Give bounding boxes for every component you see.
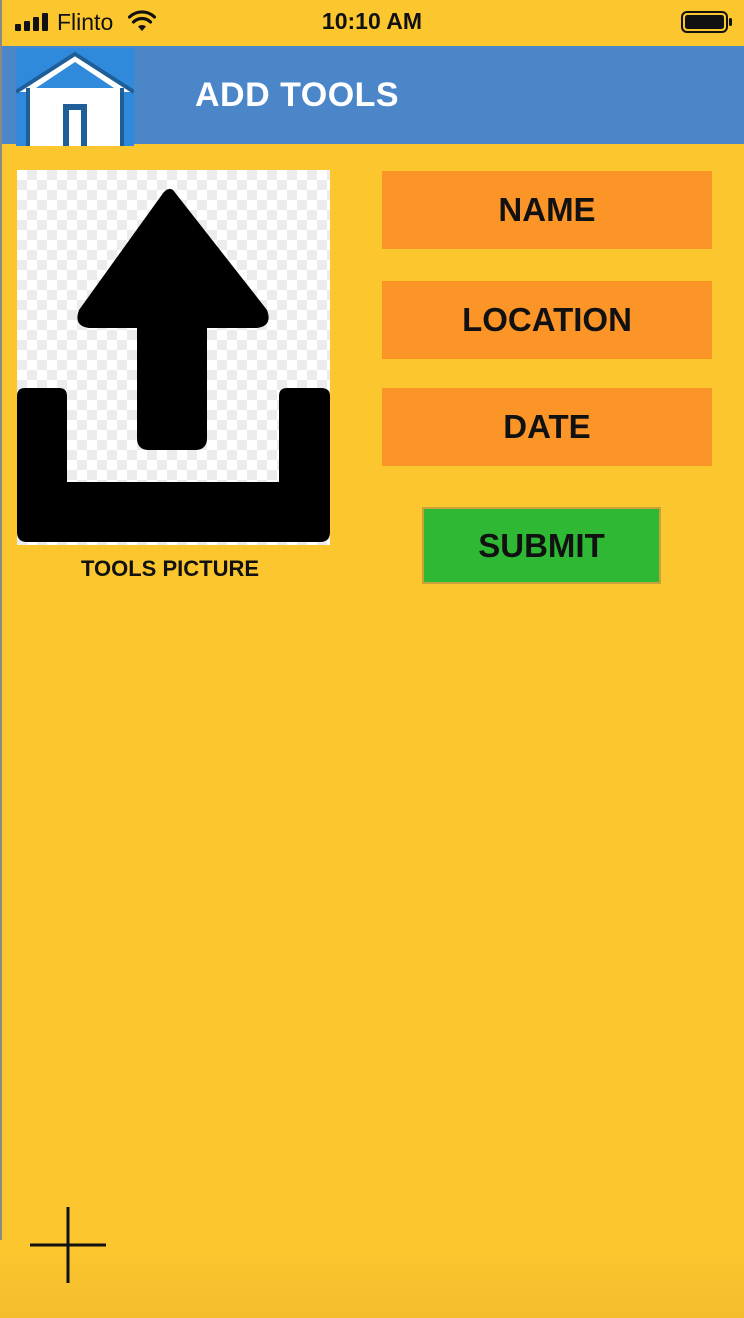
plus-icon[interactable] <box>28 1205 108 1285</box>
name-field-label: NAME <box>498 191 596 228</box>
home-button[interactable] <box>14 48 136 146</box>
status-time: 10:10 AM <box>321 8 423 34</box>
date-field[interactable]: DATE <box>382 388 712 466</box>
submit-button[interactable]: SUBMIT <box>422 507 661 584</box>
app-header: ADD TOOLS <box>2 46 744 146</box>
location-field[interactable]: LOCATION <box>382 281 712 359</box>
status-bar: Flinto 10:10 AM <box>0 0 744 46</box>
date-field-label: DATE <box>503 408 591 445</box>
home-icon <box>14 48 136 146</box>
name-field[interactable]: NAME <box>382 171 712 249</box>
page-title: ADD TOOLS <box>195 76 400 114</box>
location-field-label: LOCATION <box>462 301 632 338</box>
battery-icon <box>681 11 732 33</box>
tools-picture-upload[interactable] <box>17 170 330 545</box>
window-edge <box>0 0 2 1318</box>
upload-icon <box>17 188 330 542</box>
bottom-bar <box>0 1240 744 1318</box>
tools-picture-label: TOOLS PICTURE <box>80 556 260 581</box>
